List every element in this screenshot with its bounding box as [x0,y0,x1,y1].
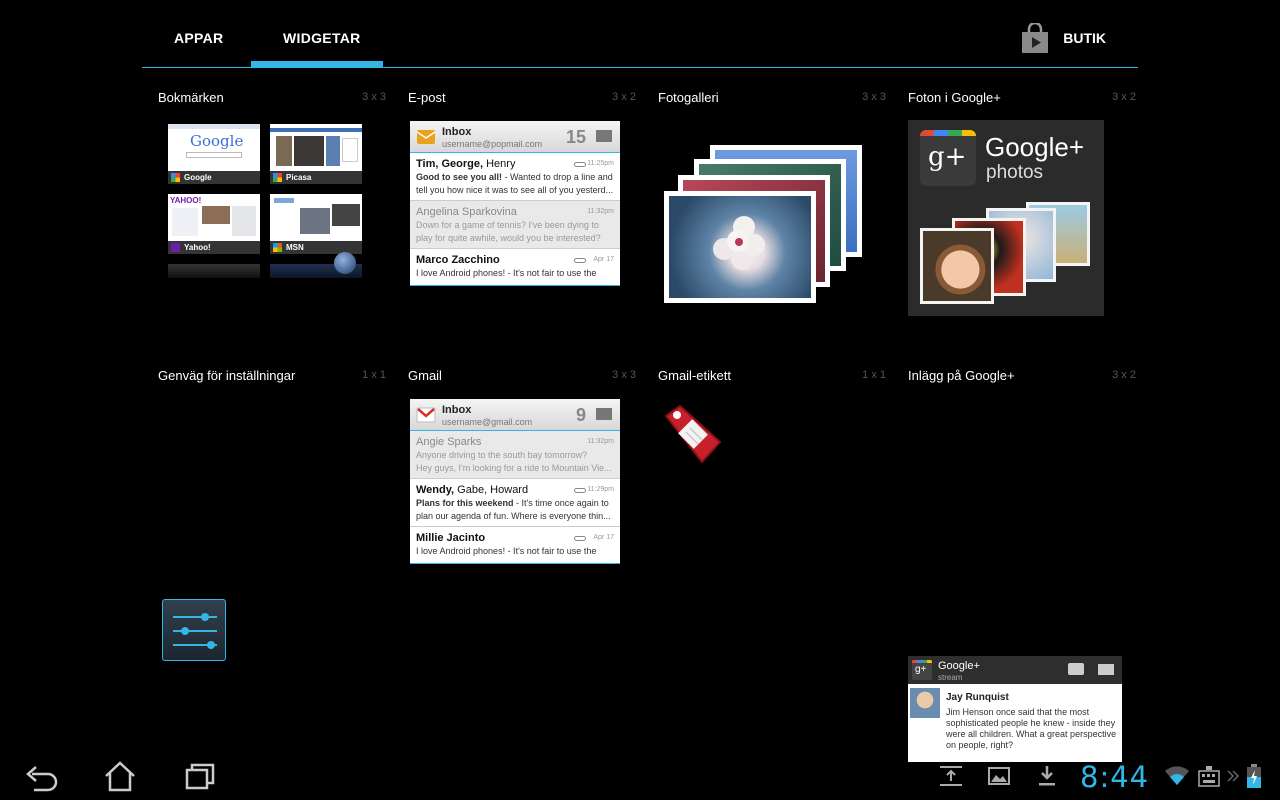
widget-title: Inlägg på Google+ [908,368,1015,383]
widget-size: 3 x 3 [862,91,886,103]
bookmark-label: Picasa [286,173,312,182]
list-item: Angelina Sparkovina 11:32pm Down for a g… [410,201,620,249]
bookmark-tile: Google Google [168,124,260,184]
tab-widgets[interactable]: WIDGETAR [283,30,361,46]
gplus-photos-preview[interactable]: g+ Google+ photos [908,120,1104,316]
bookmark-tile: YAHOO! Yahoo! [168,194,260,254]
gplus-brand: Google+ [985,132,1085,162]
widget-title: E-post [408,90,446,105]
bookmark-label: Google [184,173,212,182]
shop-label: BUTIK [1063,30,1106,46]
settings-sliders-icon[interactable] [162,599,226,661]
attachment-icon [574,162,586,167]
attachment-icon [574,536,586,541]
widget-title: Gmail-etikett [658,368,731,383]
account-address: username@gmail.com [442,417,533,427]
widget-photo-gallery[interactable]: Fotogalleri 3 x 3 [658,90,888,110]
widget-gmail[interactable]: Gmail 3 x 3 [408,368,638,388]
shopping-bag-icon [1021,21,1049,53]
gplus-sub: photos [986,162,1044,183]
screenshot-icon[interactable] [986,763,1012,789]
usb-transfer-icon[interactable] [938,763,964,789]
gplus-icon: g+ [920,130,976,186]
widget-title: Foton i Google+ [908,90,1001,105]
attachment-icon [574,488,586,493]
home-button[interactable] [100,758,140,794]
post-author: Jay Runquist [946,692,1009,703]
email-preview[interactable]: Inbox username@popmail.com 15 Tim, Georg… [410,121,620,286]
recent-apps-button[interactable] [180,758,220,794]
widget-size: 1 x 1 [362,369,386,381]
download-icon[interactable] [1034,763,1060,789]
gplus-icon: g+ [912,660,932,680]
back-icon [22,766,62,798]
bookmark-tile: MSN [270,194,362,254]
list-item: Angie Sparks 11:32pm Anyone driving to t… [410,431,620,479]
inbox-title: Inbox [442,404,472,416]
gplus-stream-preview[interactable]: g+ Google+ stream Jay Runquist Jim Henso… [908,656,1122,762]
bookmarks-preview[interactable]: Google Google Picasa YAHOO! Yahoo! MSN [168,124,362,282]
stream-brand: Google+ [938,660,980,672]
widget-bookmarks[interactable]: Bokmärken 3 x 3 [158,90,388,110]
gmail-preview[interactable]: Inbox username@gmail.com 9 Angie Sparks … [410,399,620,564]
list-item: Millie Jacinto Apr 17 I love Android pho… [416,532,614,556]
active-tab-indicator [251,61,383,67]
bookmark-tile: Picasa [270,124,362,184]
home-icon [100,761,140,798]
recent-apps-icon [180,763,220,798]
widget-title: Fotogalleri [658,90,719,105]
post-text: Jim Henson once said that the most sophi… [946,707,1117,750]
unread-count: 15 [565,127,586,147]
gmail-icon [416,405,436,423]
avatar [910,688,940,718]
keyboard-battery-icon [1196,763,1222,789]
widget-title: Gmail [408,368,442,383]
camera-icon [1068,663,1084,675]
flower-photo [664,191,816,303]
attachment-icon [574,258,586,263]
widget-title: Genväg för inställningar [158,368,296,383]
bookmark-label: MSN [286,243,304,252]
photo-stack-preview[interactable] [664,145,864,305]
tag-icon[interactable] [662,402,726,466]
compose-icon [596,408,612,420]
battery-charging-icon [1244,763,1264,789]
chevron-right-icon [1226,763,1240,789]
widget-gplus-stream[interactable]: Inlägg på Google+ 3 x 2 [908,368,1138,388]
envelope-icon [416,127,436,145]
widget-settings-shortcut[interactable]: Genväg för inställningar 1 x 1 [158,368,388,388]
wifi-icon [1164,763,1190,789]
widget-size: 3 x 3 [612,369,636,381]
stream-sub: stream [938,673,963,682]
back-button[interactable] [22,758,62,794]
status-clock[interactable]: 8:44 [1080,760,1149,794]
list-item: Wendy, Gabe, Howard 11:29pm Plans for th… [410,479,620,527]
tab-bar: APPAR WIDGETAR BUTIK [142,0,1138,68]
bookmark-label: Yahoo! [184,243,211,252]
widget-email[interactable]: E-post 3 x 2 [408,90,638,110]
compose-icon [596,130,612,142]
widget-size: 1 x 1 [862,369,886,381]
compose-icon [1098,664,1114,675]
google-logo: Google [190,132,244,150]
widget-size: 3 x 3 [362,91,386,103]
widget-size: 3 x 2 [1112,369,1136,381]
widget-gplus-photos[interactable]: Foton i Google+ 3 x 2 [908,90,1138,110]
shop-button[interactable]: BUTIK [1021,20,1138,56]
widget-size: 3 x 2 [612,91,636,103]
widget-title: Bokmärken [158,90,224,105]
widget-size: 3 x 2 [1112,91,1136,103]
account-address: username@popmail.com [442,139,543,149]
inbox-title: Inbox [442,126,472,138]
list-item: Tim, George, Henry 11:25pm Good to see y… [410,153,620,201]
unread-count: 9 [575,405,586,425]
tab-apps[interactable]: APPAR [174,30,223,46]
list-item: Marco Zacchino Apr 17 I love Android pho… [416,254,614,278]
child-photo [920,228,994,304]
widget-gmail-label[interactable]: Gmail-etikett 1 x 1 [658,368,888,388]
